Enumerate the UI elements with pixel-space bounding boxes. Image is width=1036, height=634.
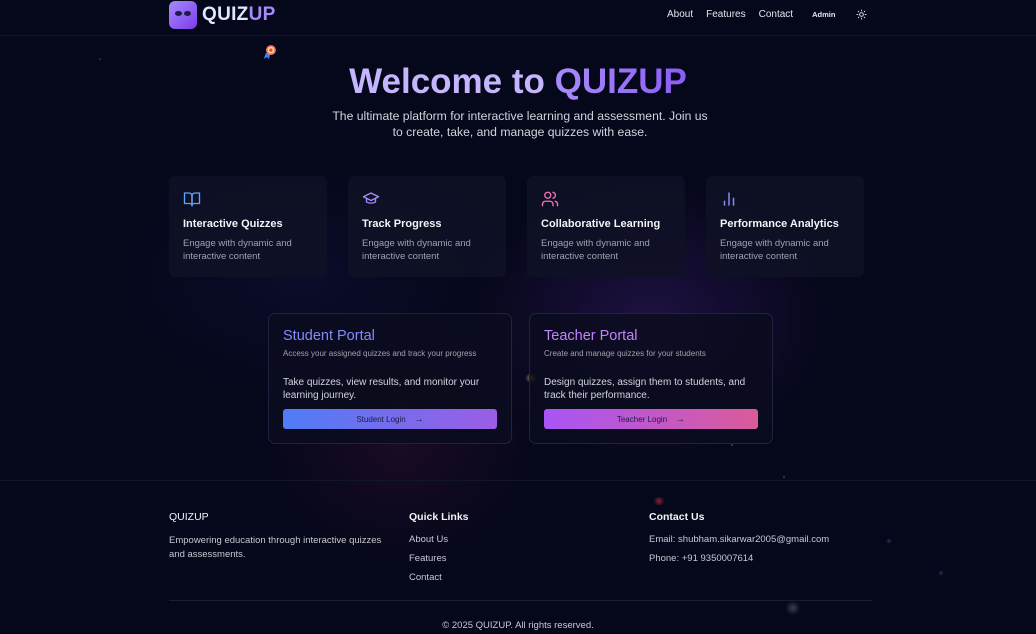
footer-email: Email: shubham.sikarwar2005@gmail.com xyxy=(649,534,830,545)
decorative-particle xyxy=(731,444,733,446)
teacher-portal-subtitle: Create and manage quizzes for your stude… xyxy=(544,349,706,358)
top-nav-bar: QUIZUP About Features Contact Admin xyxy=(0,0,1036,36)
page: QUIZUP About Features Contact Admin Welc… xyxy=(0,0,1036,634)
footer-brand-description: Empowering education through interactive… xyxy=(169,535,382,560)
teacher-portal-card: Teacher Portal Create and manage quizzes… xyxy=(529,313,773,444)
quick-links-heading: Quick Links xyxy=(409,511,469,523)
sun-icon[interactable] xyxy=(856,9,867,20)
footer-contact-column: Contact Us Email: shubham.sikarwar2005@g… xyxy=(649,511,829,564)
footer-link-features[interactable]: Features xyxy=(409,553,469,564)
teacher-portal-title: Teacher Portal xyxy=(544,328,638,344)
teacher-login-button[interactable]: Teacher Login → xyxy=(544,409,758,429)
student-login-button[interactable]: Student Login → xyxy=(283,409,497,429)
feature-description: Engage with dynamic and interactive cont… xyxy=(362,238,471,262)
footer-brand-column: QUIZUP Empowering education through inte… xyxy=(169,511,394,562)
student-portal-description: Take quizzes, view results, and monitor … xyxy=(283,377,480,401)
contact-us-heading: Contact Us xyxy=(649,511,705,523)
footer-link-contact[interactable]: Contact xyxy=(409,572,469,583)
feature-description: Engage with dynamic and interactive cont… xyxy=(720,238,829,262)
feature-title: Track Progress xyxy=(362,218,442,230)
feature-card-collaborative-learning: Collaborative Learning Engage with dynam… xyxy=(527,176,685,277)
nav-links: About Features Contact Admin xyxy=(667,9,835,20)
footer-link-about-us[interactable]: About Us xyxy=(409,534,469,545)
arrow-right-icon: → xyxy=(675,413,686,425)
nav-contact-link[interactable]: Contact xyxy=(759,9,793,20)
hero-subtitle: The ultimate platform for interactive le… xyxy=(332,109,708,139)
student-portal-card: Student Portal Access your assigned quiz… xyxy=(268,313,512,444)
book-open-icon xyxy=(183,192,201,207)
copyright: © 2025 QUIZUP. All rights reserved. xyxy=(442,620,594,631)
footer-quick-links-column: Quick Links About Us Features Contact xyxy=(409,511,469,583)
student-portal-subtitle: Access your assigned quizzes and track y… xyxy=(283,349,477,358)
feature-card-interactive-quizzes: Interactive Quizzes Engage with dynamic … xyxy=(169,176,327,277)
footer: QUIZUP Empowering education through inte… xyxy=(0,480,1036,634)
footer-phone: Phone: +91 9350007614 xyxy=(649,553,754,564)
decorative-particle xyxy=(783,476,785,478)
graduation-cap-icon xyxy=(362,192,380,204)
logo-text: QUIZUP xyxy=(202,3,276,25)
admin-link[interactable]: Admin xyxy=(812,10,835,19)
users-icon xyxy=(541,191,559,207)
bar-chart-icon xyxy=(723,192,735,206)
feature-card-track-progress: Track Progress Engage with dynamic and i… xyxy=(348,176,506,277)
teacher-login-label: Teacher Login xyxy=(616,414,668,424)
feature-description: Engage with dynamic and interactive cont… xyxy=(183,238,292,262)
teacher-portal-description: Design quizzes, assign them to students,… xyxy=(544,377,746,401)
logo[interactable]: QUIZUP xyxy=(169,0,276,29)
hero-title: Welcome to QUIZUP xyxy=(349,62,687,101)
arrow-right-icon: → xyxy=(413,413,424,425)
student-login-label: Student Login xyxy=(356,414,406,424)
nav-about-link[interactable]: About xyxy=(667,9,693,20)
nav-features-link[interactable]: Features xyxy=(706,9,745,20)
logo-mascot-icon xyxy=(169,0,197,29)
decorative-particle xyxy=(99,58,101,60)
feature-description: Engage with dynamic and interactive cont… xyxy=(541,238,650,262)
award-badge-icon xyxy=(263,45,276,60)
feature-title: Interactive Quizzes xyxy=(183,218,283,230)
feature-title: Performance Analytics xyxy=(720,218,839,230)
footer-brand: QUIZUP xyxy=(169,511,209,523)
footer-divider xyxy=(169,600,872,601)
student-portal-title: Student Portal xyxy=(283,328,375,344)
feature-card-performance-analytics: Performance Analytics Engage with dynami… xyxy=(706,176,864,277)
feature-title: Collaborative Learning xyxy=(541,218,661,230)
